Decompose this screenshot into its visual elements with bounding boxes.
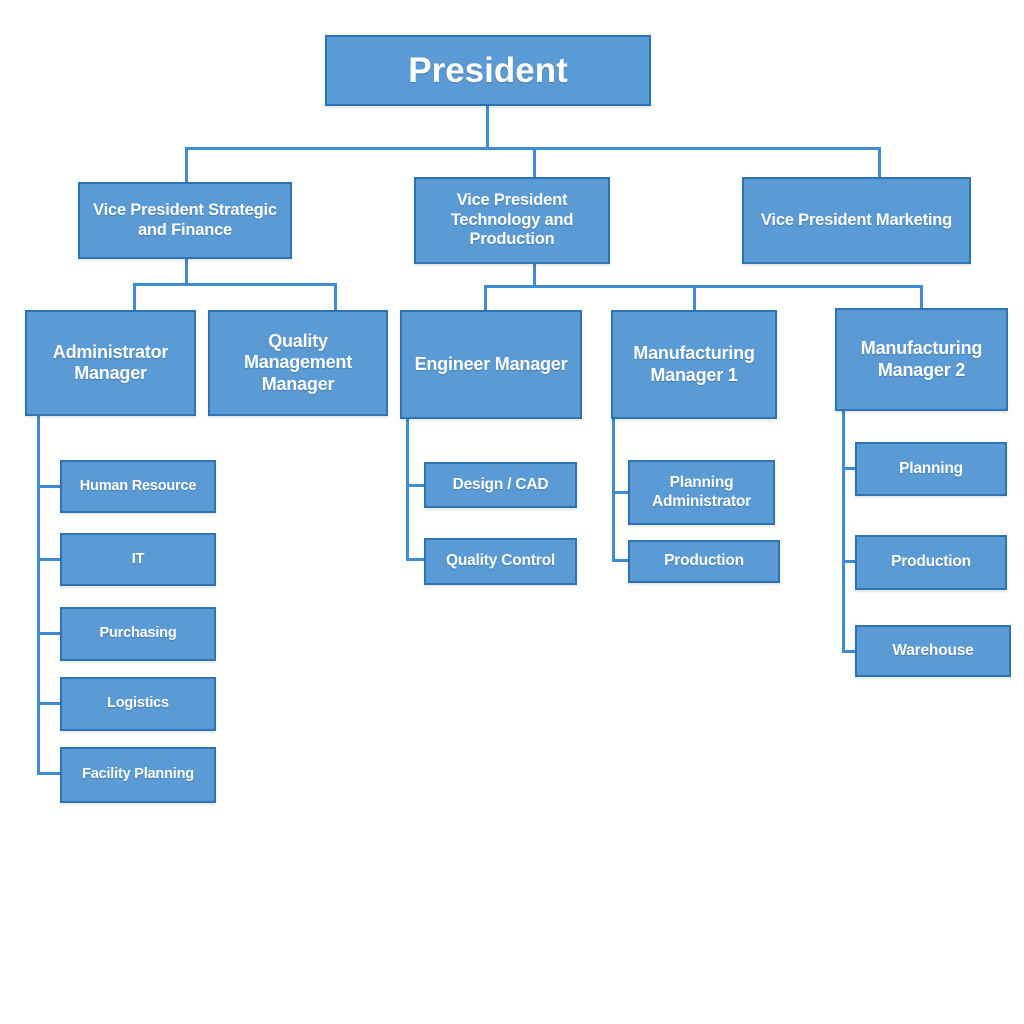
- connector-to-quality-management-manager: [334, 283, 337, 311]
- node-it[interactable]: IT: [60, 533, 216, 586]
- node-vice-president-marketing[interactable]: Vice President Marketing: [742, 177, 971, 264]
- connector-branch-facility-planning: [37, 772, 62, 775]
- node-manufacturing-manager-2[interactable]: Manufacturing Manager 2: [835, 308, 1008, 411]
- node-production-manufacturing-1[interactable]: Production: [628, 540, 780, 583]
- connector-vp-technology-stem: [533, 263, 536, 287]
- connector-manufacturing-1-spine: [612, 418, 615, 562]
- node-engineer-manager[interactable]: Engineer Manager: [400, 310, 582, 419]
- connector-vp-strategic-stem: [185, 258, 188, 285]
- node-warehouse[interactable]: Warehouse: [855, 625, 1011, 677]
- connector-to-administrator-manager: [133, 283, 136, 311]
- connector-to-engineer-manager: [484, 285, 487, 311]
- connector-vp-technology-bus: [484, 285, 923, 288]
- connector-to-vp-technology: [533, 147, 536, 178]
- connector-to-vp-marketing: [878, 147, 881, 178]
- connector-branch-logistics: [37, 702, 62, 705]
- connector-president-stem: [486, 105, 489, 149]
- node-vice-president-technology-and-production[interactable]: Vice President Technology and Production: [414, 177, 610, 264]
- node-design-cad[interactable]: Design / CAD: [424, 462, 577, 508]
- connector-to-vp-strategic: [185, 147, 188, 183]
- node-planning-manufacturing-2[interactable]: Planning: [855, 442, 1007, 496]
- connector-engineer-spine: [406, 418, 409, 561]
- connector-vp-strategic-bus: [133, 283, 337, 286]
- connector-branch-quality-control: [406, 558, 426, 561]
- connector-branch-it: [37, 558, 62, 561]
- node-human-resource[interactable]: Human Resource: [60, 460, 216, 513]
- connector-to-manufacturing-manager-1: [693, 285, 696, 311]
- node-administrator-manager[interactable]: Administrator Manager: [25, 310, 196, 416]
- connector-to-manufacturing-manager-2: [920, 285, 923, 309]
- connector-branch-human-resource: [37, 485, 62, 488]
- node-president[interactable]: President: [325, 35, 651, 106]
- connector-manufacturing-2-spine: [842, 410, 845, 653]
- node-logistics[interactable]: Logistics: [60, 677, 216, 731]
- connector-branch-design-cad: [406, 484, 426, 487]
- node-production-manufacturing-2[interactable]: Production: [855, 535, 1007, 590]
- node-planning-administrator[interactable]: Planning Administrator: [628, 460, 775, 525]
- node-quality-management-manager[interactable]: Quality Management Manager: [208, 310, 388, 416]
- connector-administrator-spine: [37, 415, 40, 775]
- node-manufacturing-manager-1[interactable]: Manufacturing Manager 1: [611, 310, 777, 419]
- org-chart-canvas: President Vice President Strategic and F…: [0, 0, 1024, 1024]
- connector-branch-purchasing: [37, 632, 62, 635]
- node-vice-president-strategic-and-finance[interactable]: Vice President Strategic and Finance: [78, 182, 292, 259]
- node-quality-control[interactable]: Quality Control: [424, 538, 577, 585]
- node-purchasing[interactable]: Purchasing: [60, 607, 216, 661]
- node-facility-planning[interactable]: Facility Planning: [60, 747, 216, 803]
